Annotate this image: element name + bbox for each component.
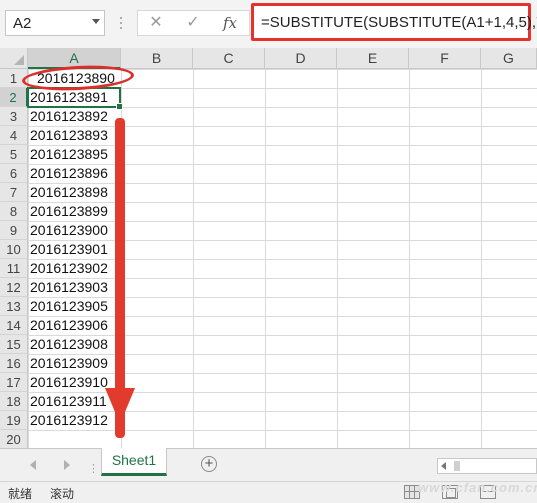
row-header-8[interactable]: 8 <box>0 202 28 221</box>
column-header-c[interactable]: C <box>193 48 265 69</box>
horizontal-scrollbar[interactable] <box>437 458 537 474</box>
row-header-17[interactable]: 17 <box>0 373 28 392</box>
scrollbar-thumb[interactable] <box>454 461 460 471</box>
cell-a15[interactable]: 2016123908 <box>30 335 120 354</box>
row-header-2[interactable]: 2 <box>0 88 28 107</box>
tab-sheet1[interactable]: Sheet1 <box>101 448 167 476</box>
formula-text: =SUBSTITUTE(SUBSTITUTE(A1+1,4,5),7,8) <box>261 14 537 31</box>
watermark: www.cfan.com.cn <box>418 480 537 495</box>
cell-a16[interactable]: 2016123909 <box>30 354 120 373</box>
cell-a7[interactable]: 2016123898 <box>30 183 120 202</box>
status-ready: 就绪 <box>8 487 33 501</box>
row-header-14[interactable]: 14 <box>0 316 28 335</box>
cell-a12[interactable]: 2016123903 <box>30 278 120 297</box>
next-sheet-icon[interactable] <box>64 460 70 470</box>
select-all-corner[interactable] <box>0 48 28 69</box>
cell-a8[interactable]: 2016123899 <box>30 202 120 221</box>
cell-a13[interactable]: 2016123905 <box>30 297 120 316</box>
name-box-value: A2 <box>13 15 32 32</box>
cell-a14[interactable]: 2016123906 <box>30 316 120 335</box>
row-header-19[interactable]: 19 <box>0 411 28 430</box>
chevron-down-icon[interactable] <box>92 19 100 24</box>
formula-input[interactable]: =SUBSTITUTE(SUBSTITUTE(A1+1,4,5),7,8) <box>251 3 537 41</box>
column-header-b[interactable]: B <box>121 48 193 69</box>
row-header-9[interactable]: 9 <box>0 221 28 240</box>
formula-buttons: ✕ ✓ fx <box>137 10 250 36</box>
formula-bar: A2 ✕ ✓ fx =SUBSTITUTE(SUBSTITUTE(A1+1,4,… <box>0 0 537 48</box>
status-scroll-lock: 滚动 <box>50 487 75 501</box>
row-header-18[interactable]: 18 <box>0 392 28 411</box>
cell-a11[interactable]: 2016123902 <box>30 259 120 278</box>
row-header-7[interactable]: 7 <box>0 183 28 202</box>
row-header-15[interactable]: 15 <box>0 335 28 354</box>
cancel-icon[interactable]: ✕ <box>143 13 169 33</box>
row-header-20[interactable]: 20 <box>0 430 28 449</box>
column-header-e[interactable]: E <box>337 48 409 69</box>
cell-a10[interactable]: 2016123901 <box>30 240 120 259</box>
enter-icon[interactable]: ✓ <box>180 13 206 33</box>
cell-a6[interactable]: 2016123896 <box>30 164 120 183</box>
column-header-g[interactable]: G <box>481 48 537 69</box>
cell-a4[interactable]: 2016123893 <box>30 126 120 145</box>
cell-a9[interactable]: 2016123900 <box>30 221 120 240</box>
insert-function-icon[interactable]: fx <box>217 13 243 33</box>
prev-sheet-icon[interactable] <box>30 460 36 470</box>
scroll-left-icon[interactable] <box>438 459 452 473</box>
row-header-11[interactable]: 11 <box>0 259 28 278</box>
formula-bar-grip[interactable] <box>118 14 124 34</box>
row-header-10[interactable]: 10 <box>0 240 28 259</box>
cell-a5[interactable]: 2016123895 <box>30 145 120 164</box>
name-box[interactable]: A2 <box>5 10 105 36</box>
row-header-12[interactable]: 12 <box>0 278 28 297</box>
sheet-tab-bar: ⋮ Sheet1 + <box>0 448 537 481</box>
row-header-5[interactable]: 5 <box>0 145 28 164</box>
row-header-3[interactable]: 3 <box>0 107 28 126</box>
row-header-16[interactable]: 16 <box>0 354 28 373</box>
row-header-13[interactable]: 13 <box>0 297 28 316</box>
column-header-d[interactable]: D <box>265 48 337 69</box>
more-sheets-icon[interactable]: ⋮ <box>88 462 100 475</box>
add-sheet-button[interactable]: + <box>201 456 217 472</box>
worksheet-grid[interactable]: A B C D E F G 1 2 3 4 5 6 7 8 9 10 11 12… <box>0 48 537 449</box>
row-header-6[interactable]: 6 <box>0 164 28 183</box>
column-header-f[interactable]: F <box>409 48 481 69</box>
row-header-4[interactable]: 4 <box>0 126 28 145</box>
cell-a3[interactable]: 2016123892 <box>30 107 120 126</box>
arrow-head-icon <box>105 388 135 424</box>
